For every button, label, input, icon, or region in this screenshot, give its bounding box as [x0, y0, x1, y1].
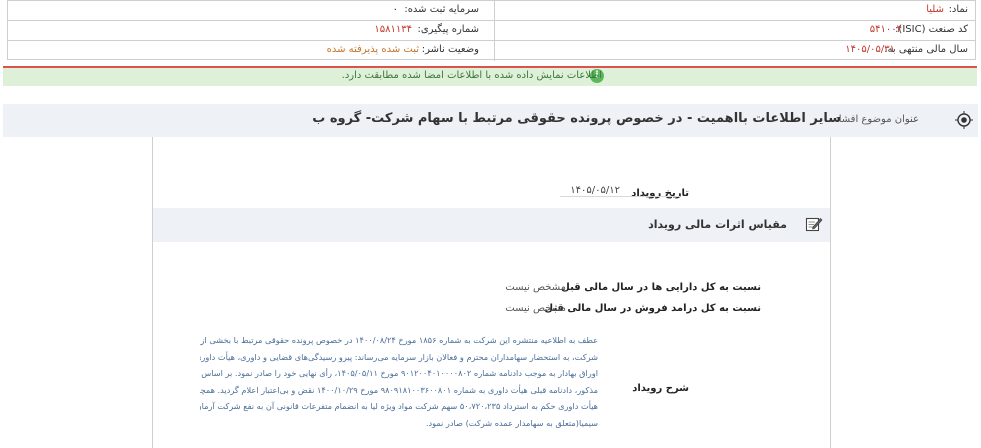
- fiscal-year-value: ۱۴۰۵/۰۵/۳۱: [845, 44, 895, 55]
- tracking-label: شماره پیگیری:: [417, 24, 479, 35]
- event-description: عطف به اطلاعیه منتشره این شرکت به شماره …: [200, 332, 598, 431]
- event-date-value: ۱۴۰۵/۰۵/۱۲: [570, 185, 620, 196]
- event-date-label: تاریخ رویداد: [631, 188, 689, 199]
- subject-bar: عنوان موضوع افشا: سایر اطلاعات بااهمیت -…: [3, 104, 978, 137]
- description-line: سیمیا(متعلق به سهامدار عمده شرکت) صادر ن…: [425, 417, 598, 428]
- info-row-symbol: نماد: شلیا سرمایه ثبت شده: ۰: [8, 1, 975, 21]
- verification-banner: i اطلاعات نمایش داده شده با اطلاعات امضا…: [3, 66, 977, 86]
- subject-title: سایر اطلاعات بااهمیت - در خصوص پرونده حق…: [312, 111, 841, 126]
- target-icon: [955, 111, 973, 129]
- publisher-status-value: ثبت شده پذیرفته شده: [326, 44, 419, 55]
- tracking-value: ۱۵۸۱۱۳۴: [374, 24, 412, 35]
- ratio-assets-label: نسبت به کل دارایی ها در سال مالی قبل: [561, 282, 761, 293]
- description-line: مذکور، دادنامه قبلی هیأت داوری به شماره …: [200, 384, 598, 395]
- symbol-label: نماد:: [948, 4, 968, 15]
- ratio-assets-value: مشخص نیست: [505, 282, 566, 293]
- financial-effects-header: مقیاس اثرات مالی رویداد: [153, 208, 830, 242]
- info-row-isic: کد صنعت (ISIC): ۵۴۱۰۰۴ شماره پیگیری: ۱۵۸…: [8, 21, 975, 41]
- ratio-revenue-value: مشخص نیست: [505, 303, 566, 314]
- description-line: عطف به اطلاعیه منتشره این شرکت به شماره …: [200, 335, 598, 345]
- isic-label: کد صنعت (ISIC):: [895, 24, 968, 35]
- description-line: شرکت، به استحضار سهامداران محترم و فعالا…: [200, 351, 598, 362]
- financial-effects-title: مقیاس اثرات مالی رویداد: [648, 218, 787, 231]
- ratio-revenue-label: نسبت به کل درامد فروش در سال مالی قبل: [544, 303, 761, 314]
- publisher-status-label: وضعیت ناشر:: [421, 44, 479, 55]
- edit-icon: [805, 217, 823, 232]
- symbol-value: شلیا: [926, 4, 944, 15]
- description-line: هیأت داوری حکم به استرداد ۵۰،۷۲۰،۲۳۵ سهم…: [200, 401, 598, 411]
- banner-message: اطلاعات نمایش داده شده با اطلاعات امضا ش…: [341, 70, 602, 81]
- event-panel: تاریخ رویداد ۱۴۰۵/۰۵/۱۲ مقیاس اثرات مالی…: [152, 137, 831, 448]
- subject-label: عنوان موضوع افشا:: [835, 114, 919, 125]
- registered-capital-value: ۰: [392, 4, 398, 15]
- description-line: اوراق بهادار به موجب دادنامه شماره ۹۰۱۲۰…: [200, 368, 598, 378]
- fiscal-year-label: سال مالی منتهی به:: [884, 44, 968, 55]
- info-row-fiscal: سال مالی منتهی به: ۱۴۰۵/۰۵/۳۱ وضعیت ناشر…: [8, 41, 975, 61]
- event-description-label: شرح رویداد: [632, 383, 689, 394]
- date-underline: [560, 196, 680, 197]
- isic-value: ۵۴۱۰۰۴: [869, 24, 902, 35]
- registered-capital-label: سرمایه ثبت شده:: [404, 4, 479, 15]
- company-info-table: نماد: شلیا سرمایه ثبت شده: ۰ کد صنعت (IS…: [7, 0, 976, 61]
